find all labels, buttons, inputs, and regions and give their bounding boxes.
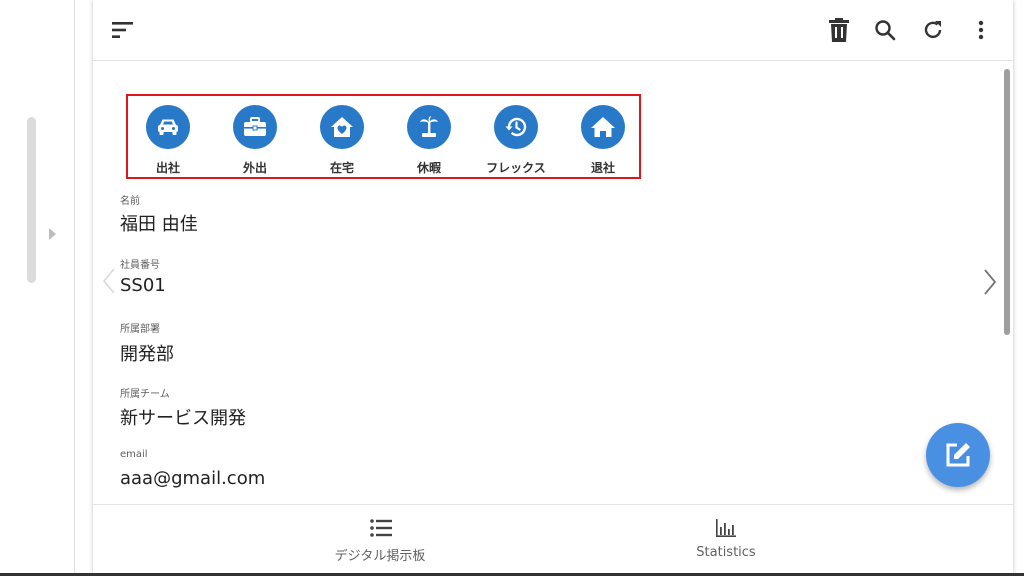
department-label: 所属部署 — [120, 324, 160, 335]
status-button-vacation[interactable]: 休暇 — [389, 105, 469, 175]
nav-item-digital-board[interactable]: デジタル掲示板 — [230, 505, 530, 575]
status-label: 在宅 — [329, 161, 354, 175]
search-icon[interactable] — [869, 14, 901, 46]
list-icon — [370, 519, 392, 541]
status-label: 出社 — [155, 161, 180, 175]
team-label: 所属チーム — [120, 389, 170, 400]
home-heart-icon — [320, 105, 364, 149]
bar-chart-icon — [716, 519, 736, 541]
name-value: 福田 由佳 — [120, 214, 198, 235]
content-scrollbar[interactable] — [1004, 69, 1010, 335]
status-label: 休暇 — [416, 161, 441, 175]
home-icon — [581, 105, 625, 149]
delete-icon[interactable] — [823, 14, 855, 46]
edit-icon — [946, 443, 970, 467]
more-vert-icon[interactable] — [965, 14, 997, 46]
left-panel — [0, 0, 75, 576]
expand-arrow-icon[interactable] — [49, 228, 56, 240]
employee-id-label: 社員番号 — [120, 260, 160, 271]
email-label: email — [120, 449, 148, 460]
refresh-icon[interactable] — [917, 14, 949, 46]
status-button-flex[interactable]: フレックス — [476, 105, 556, 175]
nav-item-statistics[interactable]: Statistics — [576, 505, 876, 575]
beach-icon — [407, 105, 451, 149]
status-label: 退社 — [590, 161, 615, 175]
edit-fab-button[interactable] — [926, 423, 990, 487]
next-record-icon[interactable] — [983, 268, 997, 300]
department-value: 開発部 — [120, 344, 174, 365]
history-icon — [494, 105, 538, 149]
status-button-outside[interactable]: 外出 — [215, 105, 295, 175]
employee-id-value: SS01 — [120, 275, 166, 296]
car-icon — [146, 105, 190, 149]
previous-record-icon[interactable] — [102, 268, 115, 298]
app-bar — [93, 0, 1013, 61]
nav-label: Statistics — [696, 545, 756, 560]
status-button-leave[interactable]: 退社 — [563, 105, 643, 175]
email-value: aaa@gmail.com — [120, 468, 266, 489]
status-label: フレックス — [486, 161, 546, 175]
sort-menu-icon[interactable] — [107, 14, 139, 46]
bottom-navigation: デジタル掲示板 Statistics — [93, 504, 1013, 575]
name-label: 名前 — [120, 196, 140, 207]
employee-card: 出社 外出 在宅 休暇 フレックス 退社 名前 福田 由佳 社員番号 SS01 … — [93, 0, 1013, 575]
briefcase-icon — [233, 105, 277, 149]
status-button-group: 出社 外出 在宅 休暇 フレックス 退社 — [126, 94, 641, 179]
left-scrollbar[interactable] — [27, 117, 36, 283]
nav-label: デジタル掲示板 — [334, 549, 426, 564]
team-value: 新サービス開発 — [120, 408, 246, 429]
status-button-remote[interactable]: 在宅 — [302, 105, 382, 175]
status-button-office[interactable]: 出社 — [128, 105, 208, 175]
status-label: 外出 — [242, 161, 267, 175]
detail-content: 出社 外出 在宅 休暇 フレックス 退社 名前 福田 由佳 社員番号 SS01 … — [93, 61, 1013, 503]
